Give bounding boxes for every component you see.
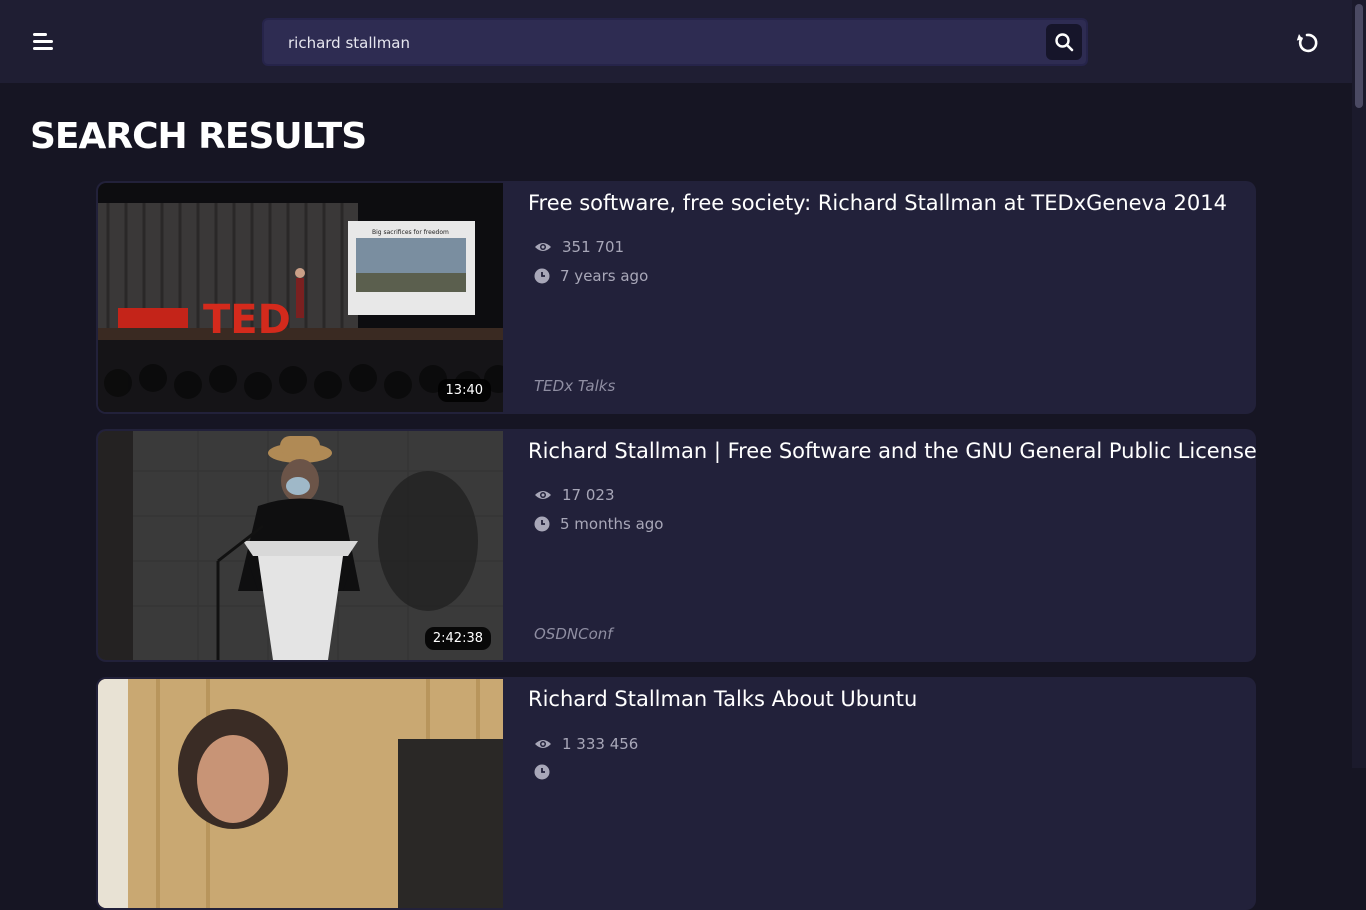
search-input[interactable] <box>286 20 1030 66</box>
search-bar <box>262 18 1088 66</box>
result-card[interactable]: Richard Stallman Talks About Ubuntu 1 33… <box>96 677 1256 910</box>
search-icon <box>1055 33 1074 52</box>
view-count: 351 701 <box>534 238 624 256</box>
video-thumbnail[interactable]: 2:42:38 <box>98 431 503 660</box>
clock-icon <box>534 268 550 284</box>
video-duration: 2:42:38 <box>424 627 491 650</box>
refresh-icon[interactable] <box>1294 30 1320 56</box>
eye-icon <box>535 740 551 748</box>
video-thumbnail[interactable] <box>98 679 503 908</box>
upload-age <box>534 764 560 780</box>
view-count-text: 17 023 <box>562 486 615 504</box>
search-button[interactable] <box>1046 24 1082 60</box>
scrollbar-thumb[interactable] <box>1355 4 1363 108</box>
svg-text:TED: TED <box>203 297 291 343</box>
channel-name[interactable]: OSDNConf <box>534 625 613 643</box>
result-title[interactable]: Richard Stallman Talks About Ubuntu <box>528 687 1248 711</box>
channel-name[interactable]: TEDx Talks <box>534 377 615 395</box>
view-count-text: 351 701 <box>562 238 625 256</box>
top-bar <box>0 0 1352 83</box>
hamburger-menu-icon[interactable] <box>30 30 56 54</box>
result-title[interactable]: Richard Stallman | Free Software and the… <box>528 439 1256 463</box>
page-title: SEARCH RESULTS <box>30 116 367 157</box>
view-count: 1 333 456 <box>534 735 638 753</box>
upload-age-text: 5 months ago <box>560 515 664 533</box>
slide-text: Big sacrifices for freedom <box>372 229 449 236</box>
video-duration: 13:40 <box>437 379 491 402</box>
eye-icon <box>535 491 551 499</box>
upload-age-text: 7 years ago <box>560 267 649 285</box>
clock-icon <box>534 764 550 780</box>
scrollbar[interactable] <box>1352 0 1366 768</box>
result-title[interactable]: Free software, free society: Richard Sta… <box>528 191 1248 215</box>
eye-icon <box>535 243 551 251</box>
view-count: 17 023 <box>534 486 615 504</box>
upload-age: 5 months ago <box>534 515 663 533</box>
view-count-text: 1 333 456 <box>562 735 639 753</box>
result-card[interactable]: TED Big sacrifices for freedom 13:40 Fre… <box>96 181 1256 414</box>
upload-age: 7 years ago <box>534 267 648 285</box>
clock-icon <box>534 516 550 532</box>
video-thumbnail[interactable]: TED Big sacrifices for freedom 13:40 <box>98 183 503 412</box>
result-card[interactable]: 2:42:38 Richard Stallman | Free Software… <box>96 429 1256 662</box>
